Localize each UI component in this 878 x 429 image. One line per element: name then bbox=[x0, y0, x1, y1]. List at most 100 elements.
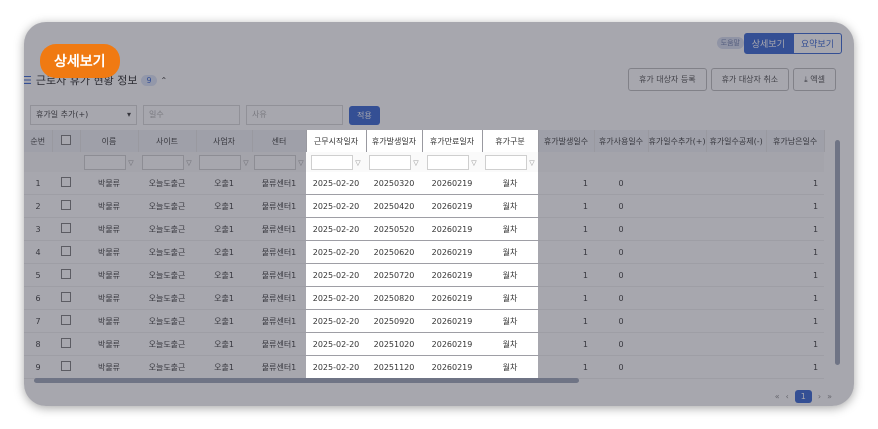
table-cell: 오출1 bbox=[196, 332, 252, 356]
table-row[interactable]: 9 박물류 오늘도출근 오출1 물류센터1 2025-02-20 20251120 20260… bbox=[24, 355, 825, 379]
column-filter-input[interactable] bbox=[142, 154, 185, 170]
column-filter-input[interactable] bbox=[199, 154, 242, 170]
filter-icon[interactable]: ▽ bbox=[529, 159, 534, 167]
table-cell: 1 bbox=[538, 286, 594, 310]
table-cell: 2025-02-20 bbox=[306, 194, 366, 218]
count-badge: 9 bbox=[141, 74, 157, 86]
row-checkbox[interactable] bbox=[61, 315, 71, 325]
table-row[interactable]: 7 박물류 오늘도출근 오출1 물류센터1 2025-02-20 20250920 20260… bbox=[24, 309, 825, 333]
column-header[interactable]: 휴가일수추가(+) bbox=[648, 130, 707, 152]
column-header[interactable]: 센터 bbox=[252, 130, 307, 152]
table-cell: 0 bbox=[594, 263, 648, 287]
table-cell bbox=[706, 217, 767, 241]
filter-cell bbox=[594, 152, 648, 172]
column-header[interactable]: 사업자 bbox=[196, 130, 253, 152]
excel-button[interactable]: ⤓ 엑셀 bbox=[793, 68, 836, 91]
filter-cell: ▽ bbox=[422, 152, 482, 172]
table-cell: 7 bbox=[24, 309, 52, 333]
table-cell: 오출1 bbox=[196, 263, 252, 287]
detail-view-button[interactable]: 상세보기 bbox=[743, 33, 793, 54]
column-header[interactable]: 휴가발생일자 bbox=[366, 130, 423, 152]
days-input[interactable]: 일수 bbox=[143, 105, 240, 125]
chevron-up-icon[interactable]: ⌃ bbox=[161, 76, 168, 85]
table-cell: 1 bbox=[766, 332, 825, 356]
column-filter-input[interactable] bbox=[485, 154, 528, 170]
table-cell: 월차 bbox=[482, 194, 538, 218]
register-button[interactable]: 휴가 대상자 등록 bbox=[627, 68, 707, 91]
column-header[interactable] bbox=[52, 130, 81, 152]
table-cell bbox=[706, 355, 767, 379]
column-filter-input[interactable] bbox=[84, 154, 127, 170]
table-row[interactable]: 2 박물류 오늘도출근 오출1 물류센터1 2025-02-20 20250420 20260… bbox=[24, 194, 825, 218]
table-cell: 0 bbox=[594, 309, 648, 333]
row-checkbox[interactable] bbox=[61, 223, 71, 233]
table-cell: 2 bbox=[24, 194, 52, 218]
column-filter-input[interactable] bbox=[311, 154, 354, 170]
column-header[interactable]: 휴가발생일수 bbox=[538, 130, 595, 152]
table-row[interactable]: 1 박물류 오늘도출근 오출1 물류센터1 2025-02-20 20250320 20260… bbox=[24, 172, 825, 195]
excel-button-label: 엑셀 bbox=[810, 75, 825, 84]
row-checkbox[interactable] bbox=[61, 177, 71, 187]
filter-cell bbox=[648, 152, 707, 172]
column-header[interactable]: 휴가남은일수 bbox=[766, 130, 825, 152]
table-cell: 오늘도출근 bbox=[138, 286, 196, 310]
row-checkbox[interactable] bbox=[61, 246, 71, 256]
column-header[interactable]: 휴가일수공제(-) bbox=[706, 130, 767, 152]
table-cell: 20260219 bbox=[422, 217, 482, 241]
row-checkbox[interactable] bbox=[61, 200, 71, 210]
column-header[interactable]: 이름 bbox=[80, 130, 139, 152]
column-filter-input[interactable] bbox=[427, 154, 470, 170]
filter-icon[interactable]: ▽ bbox=[186, 159, 191, 167]
column-header[interactable]: 휴가만료일자 bbox=[422, 130, 483, 152]
column-header[interactable]: 순번 bbox=[24, 130, 53, 152]
table-cell: 20250420 bbox=[366, 194, 422, 218]
filter-icon[interactable]: ▽ bbox=[243, 159, 248, 167]
vacation-type-select[interactable]: 휴가일 추가(+) bbox=[30, 105, 137, 125]
table-cell: 월차 bbox=[482, 309, 538, 333]
next-page-icon[interactable]: › bbox=[818, 392, 821, 401]
filter-icon[interactable]: ▽ bbox=[298, 159, 303, 167]
reason-input[interactable]: 사유 bbox=[246, 105, 343, 125]
column-header[interactable]: 휴가구분 bbox=[482, 130, 539, 152]
prev-page-icon[interactable]: ‹ bbox=[786, 392, 789, 401]
filter-icon[interactable]: ▽ bbox=[471, 159, 476, 167]
filter-cell: ▽ bbox=[366, 152, 422, 172]
column-header[interactable]: 휴가사용일수 bbox=[594, 130, 649, 152]
table-cell: 20260219 bbox=[422, 194, 482, 218]
vertical-scrollbar[interactable] bbox=[835, 140, 840, 365]
select-all-checkbox[interactable] bbox=[61, 135, 71, 145]
table-cell: 1 bbox=[766, 217, 825, 241]
column-header[interactable]: 사이트 bbox=[138, 130, 197, 152]
horizontal-scrollbar[interactable] bbox=[34, 378, 579, 383]
view-toggle: 상세보기 요약보기 bbox=[743, 33, 842, 54]
help-badge[interactable]: 도움말 bbox=[716, 37, 744, 49]
table-cell: 물류센터1 bbox=[252, 217, 306, 241]
table-row[interactable]: 8 박물류 오늘도출근 오출1 물류센터1 2025-02-20 20251020 20260… bbox=[24, 332, 825, 356]
cancel-button[interactable]: 휴가 대상자 취소 bbox=[710, 68, 790, 91]
row-checkbox[interactable] bbox=[61, 361, 71, 371]
table-cell: 3 bbox=[24, 217, 52, 241]
column-header[interactable]: 근무시작일자 bbox=[306, 130, 367, 152]
table-row[interactable]: 6 박물류 오늘도출근 오출1 물류센터1 2025-02-20 20250820 20260… bbox=[24, 286, 825, 310]
table-cell: 물류센터1 bbox=[252, 332, 306, 356]
current-page[interactable]: 1 bbox=[794, 390, 812, 403]
table-cell: 0 bbox=[594, 172, 648, 195]
table-row[interactable]: 5 박물류 오늘도출근 오출1 물류센터1 2025-02-20 20250720 20260… bbox=[24, 263, 825, 287]
column-filter-input[interactable] bbox=[254, 154, 297, 170]
table-row[interactable]: 4 박물류 오늘도출근 오출1 물류센터1 2025-02-20 20250620 20260… bbox=[24, 240, 825, 264]
last-page-icon[interactable]: » bbox=[827, 392, 832, 401]
filter-icon[interactable]: ▽ bbox=[413, 159, 418, 167]
filter-icon[interactable]: ▽ bbox=[128, 159, 133, 167]
first-page-icon[interactable]: « bbox=[775, 392, 780, 401]
column-filter-input[interactable] bbox=[369, 154, 412, 170]
table-cell: 물류센터1 bbox=[252, 240, 306, 264]
row-checkbox[interactable] bbox=[61, 269, 71, 279]
apply-button[interactable]: 적용 bbox=[349, 105, 380, 125]
table-cell bbox=[52, 172, 80, 195]
table-row[interactable]: 3 박물류 오늘도출근 오출1 물류센터1 2025-02-20 20250520 20260… bbox=[24, 217, 825, 241]
row-checkbox[interactable] bbox=[61, 338, 71, 348]
summary-view-button[interactable]: 요약보기 bbox=[792, 33, 842, 54]
filter-icon[interactable]: ▽ bbox=[355, 159, 360, 167]
row-checkbox[interactable] bbox=[61, 292, 71, 302]
table-cell: 20260219 bbox=[422, 263, 482, 287]
